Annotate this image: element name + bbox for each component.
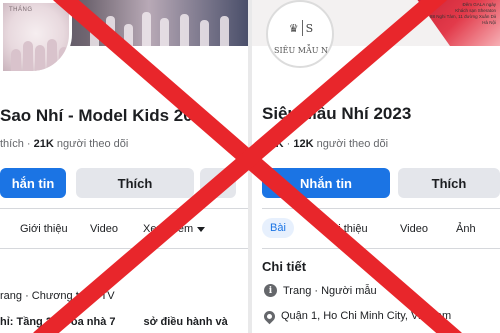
chevron-down-icon [197,226,206,232]
tab-video[interactable]: Video [400,223,428,235]
divider [0,248,248,249]
page-category-row: rang · Chương trình TV [0,290,115,302]
details-heading: Chi tiết [262,259,307,274]
followers-label: người theo dõi [56,138,129,150]
tab-posts-stub[interactable] [0,223,3,235]
address-row: Quận 1, Ho Chi Minh City, Vietnam [261,308,452,324]
followers-label: người theo dõi [316,138,389,150]
page-stats: 11K · 12K người theo dõi [264,138,389,150]
event-info-text: Đêm GALA ngày Khách sạn Sheraton 88 Nghi… [430,2,496,26]
message-button[interactable]: hắn tin [0,168,66,198]
like-button[interactable]: Thích [76,168,194,198]
location-pin-icon [261,308,278,324]
page-stats: thích · 21K người theo dõi [0,138,129,150]
followers-count: 12K [293,138,314,150]
left-facebook-page: THÁNG Sao Nhí - Model Kids 202 thích · 2… [0,0,248,333]
message-button[interactable]: Nhắn tin [262,168,390,198]
tab-posts[interactable]: Bài [262,218,294,238]
event-info-line: Hà Nội [482,20,496,25]
right-facebook-page: Đêm GALA ngày Khách sạn Sheraton 88 Nghi… [252,0,500,333]
divider [0,208,248,209]
address-text-tail: sở điều hành và [143,316,228,328]
tab-intro[interactable]: Giới thiệu [320,223,368,235]
address-text: hỉ: Tầng 26, Tòa nhà 7 [0,316,116,328]
divider [262,208,500,209]
tab-video[interactable]: Video [90,223,118,235]
address-row: hỉ: Tầng 26, Tòa nhà 7 sở điều hành và [0,316,228,328]
page-avatar[interactable]: ♛ S SIÊU MẪU N [266,0,334,68]
page-category-row: i Trang · Người mẫu [264,284,377,297]
tab-see-more-label: Xem thêm [143,223,194,235]
avatar-brand-text: THÁNG [9,7,33,13]
info-icon: i [264,284,277,297]
stage-performers-image [80,0,248,46]
page-category-text: rang · Chương trình TV [0,290,115,302]
screenshot-collage: THÁNG Sao Nhí - Model Kids 202 thích · 2… [0,0,500,333]
address-text: Quận 1, Ho Chi Minh City, Vietnam [281,310,452,322]
tab-photos[interactable]: Ảnh [456,223,476,235]
logo-letter: S [305,21,314,35]
followers-count: 21K [33,138,54,150]
likes-label: thích [0,138,24,150]
tab-see-more[interactable]: Xem thêm [143,223,206,235]
likes-count: 11K [264,138,284,150]
tab-intro[interactable]: Giới thiệu [20,223,68,235]
crown-logo-icon: ♛ S [288,20,314,36]
page-title: Siêu Mẫu Nhí 2023 [262,104,412,123]
divider [262,248,500,249]
page-title: Sao Nhí - Model Kids 202 [0,106,203,125]
like-button[interactable]: Thích [398,168,500,198]
logo-text: SIÊU MẪU N [274,46,329,55]
page-avatar[interactable]: THÁNG [0,0,72,74]
page-category-text: Trang · Người mẫu [283,284,377,297]
more-options-button[interactable]: ••• [200,168,236,198]
